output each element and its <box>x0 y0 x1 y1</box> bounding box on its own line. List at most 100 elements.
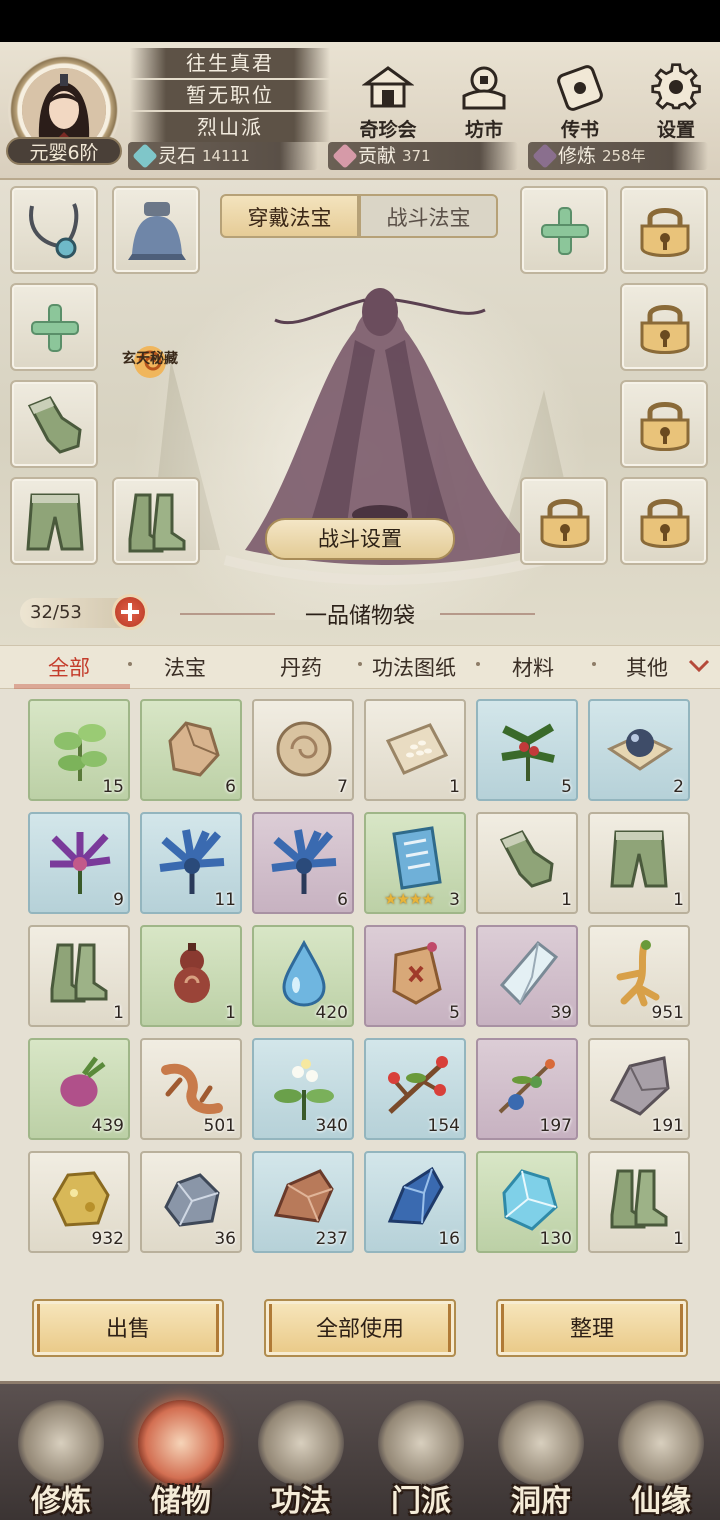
inventory-item[interactable]: 1 <box>28 925 130 1027</box>
sect-gate-icon <box>378 1400 464 1486</box>
nav-cave-label: 洞府 <box>511 1484 571 1519</box>
berry-herb-icon <box>501 723 555 781</box>
talisman-icon <box>392 942 442 1005</box>
item-count: 7 <box>337 777 348 797</box>
letter-label: 传书 <box>560 119 599 141</box>
item-count: 2 <box>673 777 684 797</box>
tab-others[interactable]: 其他 <box>626 652 668 682</box>
top-nav: 奇珍会 坊市 传书 设置 <box>352 62 712 142</box>
inventory-item[interactable]: 5 <box>476 699 578 801</box>
action-bar: 出售 全部使用 整理 <box>0 1271 720 1381</box>
use-all-button[interactable]: 全部使用 <box>264 1299 456 1357</box>
spirit-stone-label: 灵石 <box>158 145 197 167</box>
inventory-item[interactable]: 7 <box>252 699 354 801</box>
equip-slot-headwear[interactable] <box>112 186 200 274</box>
nav-storage[interactable]: 储物 <box>122 1394 240 1519</box>
inventory-item[interactable]: 36 <box>140 1151 242 1253</box>
settings-button[interactable]: 设置 <box>640 62 712 142</box>
orb-cloth-icon <box>606 729 674 771</box>
lock-icon <box>640 499 690 548</box>
inventory-item[interactable]: 439 <box>28 1038 130 1140</box>
tab-pills[interactable]: 丹药 <box>280 652 322 682</box>
inventory-item[interactable]: 154 <box>364 1038 466 1140</box>
inventory-item[interactable]: 6 <box>140 699 242 801</box>
tab-treasure[interactable]: 法宝 <box>164 652 206 682</box>
gold-ore-icon <box>52 1171 110 1227</box>
item-count: 932 <box>91 1229 124 1249</box>
inventory-item[interactable]: 15 <box>28 699 130 801</box>
inventory-item[interactable]: 16 <box>364 1151 466 1253</box>
item-count: 6 <box>337 890 348 910</box>
item-count: 1 <box>225 1003 236 1023</box>
inventory-item[interactable]: 6 <box>252 812 354 914</box>
inventory-item[interactable]: 237 <box>252 1151 354 1253</box>
letter-scroll-icon <box>557 65 603 111</box>
nav-sect[interactable]: 门派 <box>362 1394 480 1519</box>
equip-slot-pants[interactable] <box>10 477 98 565</box>
inventory-item[interactable]: 932 <box>28 1151 130 1253</box>
treasure-pavilion-icon <box>362 66 414 108</box>
inventory-item[interactable]: 420 <box>252 925 354 1027</box>
inventory-item[interactable]: 191 <box>588 1038 690 1140</box>
tab-battle-treasure[interactable]: 战斗法宝 <box>359 194 498 238</box>
nav-sect-label: 门派 <box>391 1484 451 1519</box>
treasure-slot-locked[interactable] <box>620 477 708 565</box>
battle-settings-button[interactable]: 战斗设置 <box>265 518 455 560</box>
expand-bag-button[interactable] <box>112 594 148 630</box>
inventory-item[interactable]: 197 <box>476 1038 578 1140</box>
item-count: 340 <box>315 1116 348 1136</box>
equip-slot-gloves[interactable] <box>10 380 98 468</box>
treasure-slot-add[interactable] <box>520 186 608 274</box>
tab-materials[interactable]: 材料 <box>512 652 554 682</box>
equip-slot-necklace[interactable] <box>10 186 98 274</box>
treasure-slot-locked[interactable] <box>620 186 708 274</box>
spirit-pearl-icon <box>276 721 332 777</box>
item-count: 5 <box>449 1003 460 1023</box>
sell-button[interactable]: 出售 <box>32 1299 224 1357</box>
lock-icon <box>640 208 690 257</box>
inventory-item[interactable]: 5 <box>364 925 466 1027</box>
treasure-slot-locked[interactable] <box>520 477 608 565</box>
nav-fate[interactable]: 仙缘 <box>602 1394 720 1519</box>
inventory-item[interactable]: 1 <box>140 925 242 1027</box>
inventory-item[interactable]: 9 <box>28 812 130 914</box>
tab-separator <box>476 662 480 666</box>
nav-cultivate[interactable]: 修炼 <box>2 1394 120 1519</box>
inventory-item[interactable]: 11 <box>140 812 242 914</box>
inventory-item[interactable]: 1 <box>588 1151 690 1253</box>
inventory-item[interactable]: ★★★★ 3 <box>364 812 466 914</box>
cultivation-value: 258年 <box>602 147 646 165</box>
inventory-item[interactable]: 39 <box>476 925 578 1027</box>
inventory-item[interactable]: 951 <box>588 925 690 1027</box>
crystal-shard-icon <box>499 940 559 1006</box>
inventory-item[interactable]: 130 <box>476 1151 578 1253</box>
inventory-item[interactable]: 340 <box>252 1038 354 1140</box>
market-button[interactable]: 坊市 <box>448 62 520 142</box>
tab-wear-treasure[interactable]: 穿戴法宝 <box>220 194 359 238</box>
item-count: 439 <box>91 1116 124 1136</box>
item-count: 39 <box>550 1003 572 1023</box>
chevron-down-icon[interactable] <box>688 658 710 674</box>
tab-separator <box>358 662 362 666</box>
tab-all[interactable]: 全部 <box>48 652 90 682</box>
item-count: 130 <box>539 1229 572 1249</box>
treasure-slot-locked[interactable] <box>620 380 708 468</box>
lock-icon <box>540 499 590 548</box>
treasure-pavilion-button[interactable]: 奇珍会 <box>352 62 424 142</box>
inventory-item[interactable]: 501 <box>140 1038 242 1140</box>
inventory-item[interactable]: 1 <box>588 812 690 914</box>
tab-techniques[interactable]: 功法图纸 <box>372 652 456 682</box>
equip-slot-boots[interactable] <box>112 477 200 565</box>
secret-treasure-label[interactable]: 玄天秘藏 <box>108 348 192 368</box>
letter-button[interactable]: 传书 <box>544 62 616 142</box>
item-count: 191 <box>651 1116 684 1136</box>
treasure-slot-locked[interactable] <box>620 283 708 371</box>
inventory-item[interactable]: 1 <box>364 699 466 801</box>
boots-icon <box>128 493 186 553</box>
nav-techniques[interactable]: 功法 <box>242 1394 360 1519</box>
inventory-item[interactable]: 1 <box>476 812 578 914</box>
nav-cave[interactable]: 洞府 <box>482 1394 600 1519</box>
inventory-item[interactable]: 2 <box>588 699 690 801</box>
sort-button[interactable]: 整理 <box>496 1299 688 1357</box>
equip-slot-empty-add[interactable] <box>10 283 98 371</box>
